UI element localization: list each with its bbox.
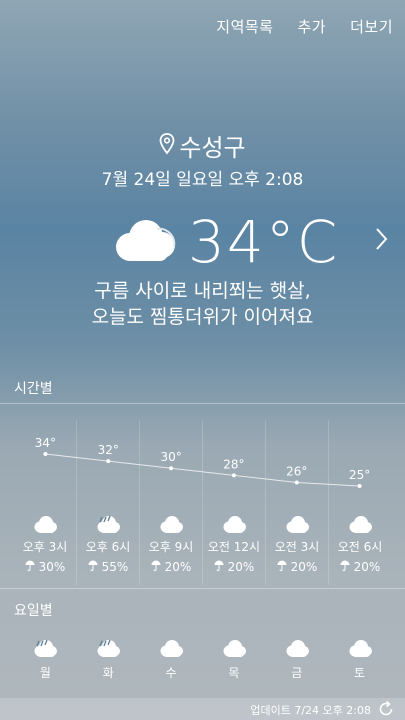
precipitation-value: 20% [164,560,192,574]
temperature-label: 26° [286,464,307,478]
current-weather: 34°C [108,208,339,276]
hourly-precipitation: 20% [329,560,391,574]
daily-section-label: 요일별 [14,603,53,619]
daily-item: 금 [265,628,328,688]
update-time: 업데이트 7/24 오후 2:08 [250,704,371,717]
temperature-label: 34° [35,436,56,450]
temperature-point [169,466,174,471]
temperature-line [45,453,360,487]
daily-item: 수 [140,628,203,688]
umbrella-icon [88,560,98,574]
daily-forecast[interactable]: 월화수목금토 [14,628,391,688]
more-button[interactable]: 더보기 [350,16,393,37]
temperature-label: 30° [160,450,181,464]
daily-day-label: 월 [39,666,51,680]
hourly-precipitation: 55% [77,560,139,574]
current-temperature: 34°C [188,208,340,276]
hourly-forecast[interactable]: 오후 3시 30% 오후 6시 55% 오후 9시 20% 오전 12시 20% 오전 3시 20… [14,420,391,585]
daily-day-label: 토 [354,666,366,680]
temperature-point [43,452,48,456]
precipitation-value: 20% [227,560,255,574]
precipitation-value: 20% [353,560,381,574]
hourly-time: 오전 12시 [207,540,261,554]
weather-description: 구름 사이로 내리쬐는 햇살, 오늘도 찜통더위가 이어져요 [0,278,405,330]
hourly-precipitation: 20% [266,560,328,574]
description-line-2: 오늘도 찜통더위가 이어져요 [91,306,314,328]
temperature-point [294,480,299,485]
daily-item: 목 [202,628,265,688]
hourly-time: 오후 3시 [22,540,68,554]
hourly-time: 오후 6시 [85,540,131,554]
temperature-label: 32° [98,443,119,457]
umbrella-icon [25,560,35,574]
locations-button[interactable]: 지역목록 [216,16,273,37]
hourly-precipitation: 20% [140,560,202,574]
hourly-time: 오전 6시 [337,540,383,554]
location-pin-icon [159,132,175,159]
daily-day-label: 금 [291,666,303,680]
temperature-label: 28° [223,457,244,471]
precipitation-value: 55% [101,560,129,574]
daily-day-label: 화 [102,666,114,680]
temperature-point [357,484,362,488]
cloudy-icon [284,638,310,664]
cloudy-icon [158,638,184,664]
temperature-point [106,459,111,464]
chevron-right-icon[interactable] [375,226,389,256]
location-name: 수성구 [179,134,246,162]
daily-item: 화 [77,628,140,688]
cloudy-icon [347,638,373,664]
refresh-icon[interactable] [377,700,395,720]
hourly-time: 오전 3시 [274,540,320,554]
precipitation-value: 30% [38,560,66,574]
divider [0,403,405,404]
precipitation-value: 20% [290,560,318,574]
description-line-1: 구름 사이로 내리쬐는 햇살, [94,280,311,302]
rain-cloud-icon [95,638,121,664]
temperature-graph: 34° 32° 30° 28° 26° 25° [35,436,370,488]
daily-day-label: 수 [165,666,177,680]
hourly-precipitation: 20% [203,560,265,574]
temperature-point [231,473,236,478]
top-bar: 지역목록 추가 더보기 [216,16,393,37]
daily-item: 월 [14,628,77,688]
cloudy-icon [221,638,247,664]
cloudy-icon [108,217,178,267]
hourly-precipitation: 30% [14,560,76,574]
umbrella-icon [151,560,161,574]
temperature-label: 25° [349,468,370,482]
hourly-time: 오후 9시 [148,540,194,554]
umbrella-icon [340,560,350,574]
location-header: 수성구 [0,128,405,163]
umbrella-icon [277,560,287,574]
hourly-section-label: 시간별 [14,381,53,397]
daily-item: 토 [328,628,391,688]
umbrella-icon [214,560,224,574]
add-button[interactable]: 추가 [297,16,326,37]
rain-cloud-icon [32,638,58,664]
divider [0,588,405,589]
current-datetime: 7월 24일 일요일 오후 2:08 [101,170,304,190]
footer-bar: 업데이트 7/24 오후 2:08 [0,698,405,720]
daily-day-label: 목 [228,666,240,680]
